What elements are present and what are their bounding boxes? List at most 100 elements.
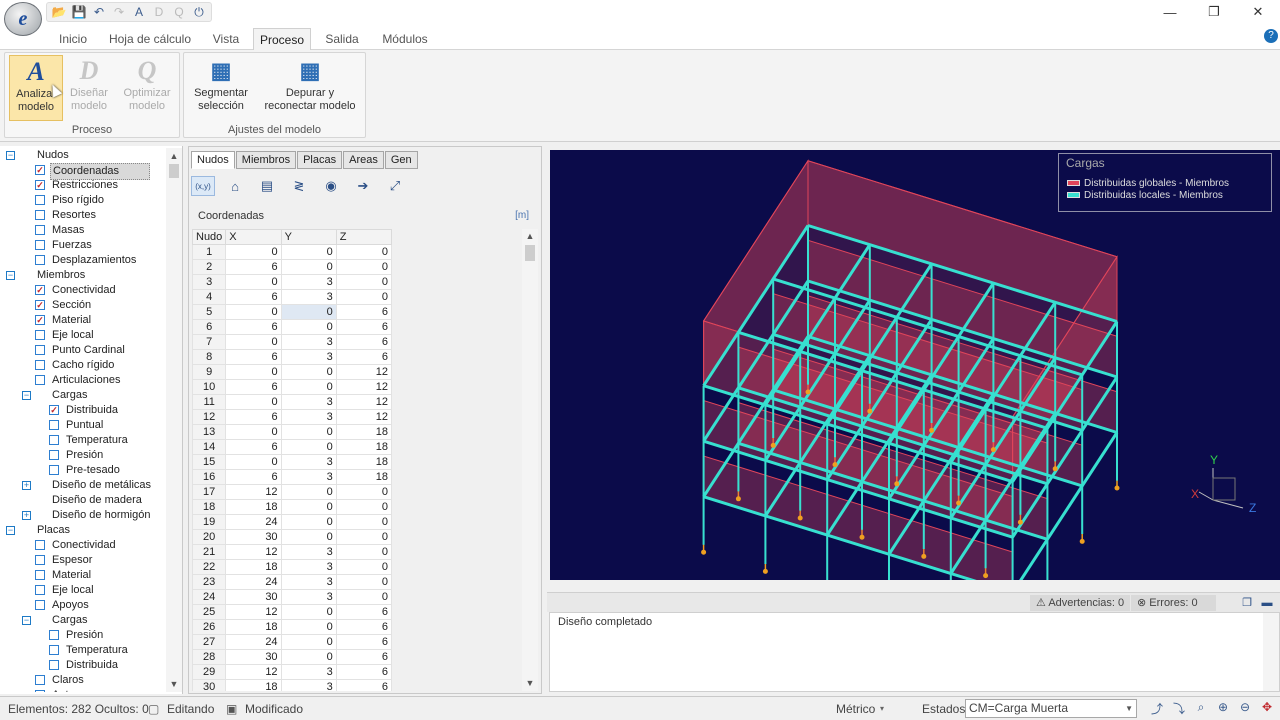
scroll-thumb[interactable] [525,245,535,261]
tree-checkbox[interactable] [35,675,45,685]
table-cell[interactable]: 12 [335,394,392,410]
table-cell[interactable]: 0 [280,424,337,440]
table-cell[interactable]: 0 [280,634,337,650]
power-icon[interactable]: ⏻ [190,4,208,20]
masses-tool-icon[interactable]: ◉ [319,176,343,196]
expand-icon[interactable]: + [22,511,31,520]
table-cell[interactable]: 18 [335,424,392,440]
units-dropdown-icon[interactable]: ▾ [880,701,884,717]
table-cell[interactable]: 0 [335,574,392,590]
tree-item[interactable]: ✓ Conectividad [0,283,166,298]
table-row[interactable]: 23 24 3 0 [192,574,392,590]
optimize-model-button[interactable]: Q Optimizar modelo [117,55,177,121]
tree-checkbox[interactable] [35,585,45,595]
table-row[interactable]: 15 0 3 18 [192,454,392,470]
table-cell[interactable]: 6 [335,679,392,691]
table-cell[interactable]: 6 [225,289,282,305]
column-header[interactable]: Z [335,229,392,245]
table-cell[interactable]: 3 [280,349,337,365]
tree-checkbox[interactable] [35,375,45,385]
tree-checkbox[interactable] [49,420,59,430]
table-row[interactable]: 14 6 0 18 [192,439,392,455]
table-cell[interactable]: 18 [225,499,282,515]
tree-item[interactable]: Pre-tesado [0,463,166,478]
design-model-button[interactable]: D Diseñar modelo [65,55,113,121]
scroll-down-icon[interactable]: ▼ [522,676,538,691]
tree-checkbox[interactable] [35,360,45,370]
tree-checkbox[interactable]: ✓ [35,165,45,175]
table-cell[interactable]: 30 [225,589,282,605]
tree-item[interactable]: Espesor [0,553,166,568]
tree-checkbox[interactable] [35,225,45,235]
supports-tool-icon[interactable]: ⌂ [223,176,247,196]
table-cell[interactable]: 12 [225,664,282,680]
debug-reconnect-button[interactable]: ▦ Depurar y reconectar modelo [260,55,360,121]
scroll-up-icon[interactable]: ▲ [522,229,538,244]
table-cell[interactable]: 18 [225,619,282,635]
optimize-icon[interactable]: Q [170,4,188,20]
table-cell[interactable]: 0 [280,484,337,500]
table-row[interactable]: 21 12 3 0 [192,544,392,560]
tree-checkbox[interactable]: ✓ [35,180,45,190]
table-row[interactable]: 29 12 3 6 [192,664,392,680]
table-cell[interactable]: 12 [335,364,392,380]
tree-item[interactable]: Puntual [0,418,166,433]
tree-checkbox[interactable] [35,555,45,565]
tree-item[interactable]: Presión [0,628,166,643]
tree-item[interactable]: − Cargas [0,388,166,403]
tree-checkbox[interactable]: ✓ [35,315,45,325]
table-cell[interactable]: 0 [225,304,282,320]
table-cell[interactable]: 3 [280,274,337,290]
table-cell[interactable]: 6 [335,604,392,620]
table-cell[interactable]: 6 [335,649,392,665]
table-cell[interactable]: 3 [280,469,337,485]
tree-item[interactable]: ✓ Restricciones [0,178,166,193]
collapse-icon[interactable]: − [6,271,15,280]
menu-tab-inicio[interactable]: Inicio [56,28,90,50]
table-row[interactable]: 19 24 0 0 [192,514,392,530]
table-cell[interactable]: 0 [225,244,282,260]
sheet-tab-gen[interactable]: Gen [384,151,418,169]
menu-tab-m-dulos[interactable]: Módulos [374,28,436,50]
table-row[interactable]: 26 18 0 6 [192,619,392,635]
table-cell[interactable]: 0 [225,274,282,290]
tree-item[interactable]: ✓ Distribuida [0,403,166,418]
tree-checkbox[interactable] [35,330,45,340]
tree-checkbox[interactable] [35,570,45,580]
tree-item[interactable]: Presión [0,448,166,463]
tree-checkbox[interactable] [35,540,45,550]
table-cell[interactable]: 12 [225,484,282,500]
table-cell[interactable]: 0 [280,529,337,545]
collapse-icon[interactable]: − [22,616,31,625]
unit-link[interactable]: [m] [515,210,529,221]
table-cell[interactable]: 0 [280,499,337,515]
restore-panel-icon[interactable]: ❐ [1239,595,1255,611]
output-scrollbar[interactable] [1263,613,1279,691]
tree-item[interactable]: − Nudos [0,148,166,163]
tree-checkbox[interactable] [35,690,45,692]
column-header[interactable]: X [225,229,282,245]
table-row[interactable]: 6606 [192,319,392,335]
expand-icon[interactable]: + [22,481,31,490]
table-cell[interactable]: 12 [225,544,282,560]
table-cell[interactable]: 0 [335,529,392,545]
table-cell[interactable]: 0 [335,484,392,500]
table-cell[interactable]: 24 [225,574,282,590]
table-cell[interactable]: 24 [225,634,282,650]
tree-item[interactable]: Temperatura [0,643,166,658]
table-cell[interactable]: 18 [225,679,282,691]
tree-checkbox[interactable]: ✓ [49,405,59,415]
springs-tool-icon[interactable]: ≷ [287,176,311,196]
forces-tool-icon[interactable]: ➔ [351,176,375,196]
sheet-tab-miembros[interactable]: Miembros [235,151,297,169]
warnings-button[interactable]: ⚠ Advertencias: 0 [1030,595,1131,611]
tree-item[interactable]: Claros [0,673,166,688]
sheet-tab-areas[interactable]: Areas [343,151,384,169]
table-row[interactable]: 17 12 0 0 [192,484,392,500]
tree-checkbox[interactable] [35,255,45,265]
tree-item[interactable]: ✓ Coordenadas [0,163,166,180]
tree-checkbox[interactable] [49,645,59,655]
table-cell[interactable]: 0 [280,649,337,665]
table-cell[interactable]: 0 [280,514,337,530]
table-cell[interactable]: 3 [280,559,337,575]
